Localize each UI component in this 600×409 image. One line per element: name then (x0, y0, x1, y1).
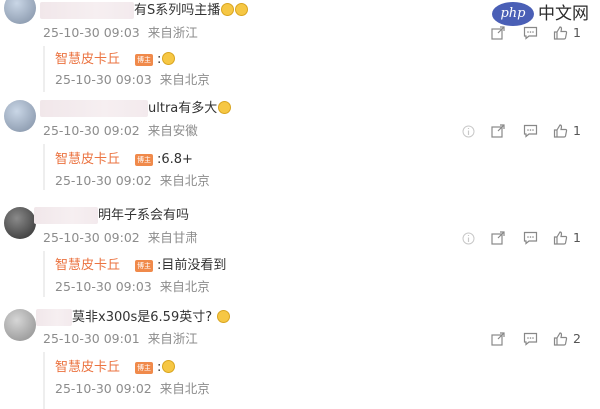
commenter-name-redacted (36, 309, 72, 326)
reply-text: : (157, 359, 176, 376)
reply-block: 智慧皮卡丘 博主 : 25-10-30 09:02 来自北京 (43, 352, 563, 409)
blogger-badge: 博主 (135, 260, 153, 272)
reply-author[interactable]: 智慧皮卡丘 (55, 359, 120, 376)
comment-time: 25-10-30 09:02 (43, 123, 140, 138)
reply-location: 来自北京 (159, 381, 210, 396)
site-watermark: php 中文网 (492, 2, 600, 26)
comment-text: 有S系列吗主播 (134, 2, 249, 19)
reply-text: :目前没看到 (157, 258, 227, 273)
cat-emoji-icon (235, 3, 249, 16)
like-icon[interactable] (552, 230, 568, 246)
comment-text: 明年子系会有吗 (98, 208, 190, 223)
wink-emoji-icon (162, 360, 176, 373)
cat-emoji-icon (217, 310, 231, 323)
reply-time: 25-10-30 09:02 (55, 173, 152, 188)
info-icon[interactable] (460, 123, 476, 139)
thumbs-up-emoji-icon (162, 52, 176, 65)
reply-author[interactable]: 智慧皮卡丘 (55, 151, 120, 168)
reply-meta: 25-10-30 09:03 来自北京 (55, 72, 210, 88)
like-count: 1 (573, 25, 581, 40)
comment-actions: 2 (460, 331, 595, 347)
comment-icon[interactable] (522, 230, 538, 246)
reply-meta: 25-10-30 09:02 来自北京 (55, 381, 210, 397)
reply-text: : (157, 51, 176, 68)
reply-text: :6.8+ (157, 152, 193, 167)
reply-block: 智慧皮卡丘 博主 :6.8+ 25-10-30 09:02 来自北京 (43, 144, 563, 190)
comment-meta: 25-10-30 09:01 来自浙江 (43, 331, 198, 347)
reply-block: 智慧皮卡丘 博主 :目前没看到 25-10-30 09:03 来自北京 (43, 251, 563, 297)
info-icon[interactable] (460, 230, 476, 246)
like-icon[interactable] (552, 331, 568, 347)
share-icon[interactable] (490, 230, 506, 246)
share-icon[interactable] (490, 331, 506, 347)
comment-location: 来自甘肃 (147, 230, 198, 245)
reply-location: 来自北京 (159, 279, 210, 294)
blogger-badge: 博主 (135, 154, 153, 166)
avatar[interactable] (4, 309, 36, 341)
reply-block: 智慧皮卡丘 博主 : 25-10-30 09:03 来自北京 (43, 46, 563, 92)
watermark-text: 中文网 (538, 4, 589, 24)
like-count: 2 (573, 331, 581, 346)
avatar[interactable] (4, 207, 36, 239)
avatar[interactable] (4, 100, 36, 132)
share-icon[interactable] (490, 123, 506, 139)
blogger-badge: 博主 (135, 362, 153, 374)
reply-meta: 25-10-30 09:03 来自北京 (55, 279, 210, 295)
share-icon[interactable] (490, 25, 506, 41)
reply-author[interactable]: 智慧皮卡丘 (55, 51, 120, 68)
cat-emoji-icon (218, 101, 232, 114)
reply-time: 25-10-30 09:03 (55, 72, 152, 87)
avatar[interactable] (4, 0, 36, 24)
like-icon[interactable] (552, 25, 568, 41)
comment-text: 莫非x300s是6.59英寸? (72, 309, 231, 326)
comment-location: 来自浙江 (147, 331, 198, 346)
reply-location: 来自北京 (159, 173, 210, 188)
commenter-name-redacted (34, 207, 98, 224)
comment-icon[interactable] (522, 25, 538, 41)
comment-location: 来自浙江 (147, 25, 198, 40)
comment-icon[interactable] (522, 331, 538, 347)
like-count: 1 (573, 123, 581, 138)
comment-icon[interactable] (522, 123, 538, 139)
comment-meta: 25-10-30 09:03 来自浙江 (43, 25, 198, 41)
comment-text: ultra有多大 (148, 100, 232, 117)
like-icon[interactable] (552, 123, 568, 139)
like-count: 1 (573, 230, 581, 245)
comment-actions: 1 (460, 230, 595, 246)
php-logo: php (492, 2, 534, 26)
reply-location: 来自北京 (159, 72, 210, 87)
comment-time: 25-10-30 09:01 (43, 331, 140, 346)
comment-time: 25-10-30 09:03 (43, 25, 140, 40)
reply-meta: 25-10-30 09:02 来自北京 (55, 173, 210, 189)
comment-location: 来自安徽 (147, 123, 198, 138)
comment-meta: 25-10-30 09:02 来自甘肃 (43, 230, 198, 246)
reply-time: 25-10-30 09:02 (55, 381, 152, 396)
comment-actions: 1 (460, 25, 595, 41)
commenter-name-redacted (40, 100, 148, 117)
commenter-name-redacted (40, 2, 134, 19)
reply-time: 25-10-30 09:03 (55, 279, 152, 294)
reply-author[interactable]: 智慧皮卡丘 (55, 257, 120, 274)
blogger-badge: 博主 (135, 54, 153, 66)
comment-meta: 25-10-30 09:02 来自安徽 (43, 123, 198, 139)
comment-time: 25-10-30 09:02 (43, 230, 140, 245)
cat-emoji-icon (221, 3, 235, 16)
comment-actions: 1 (460, 123, 595, 139)
